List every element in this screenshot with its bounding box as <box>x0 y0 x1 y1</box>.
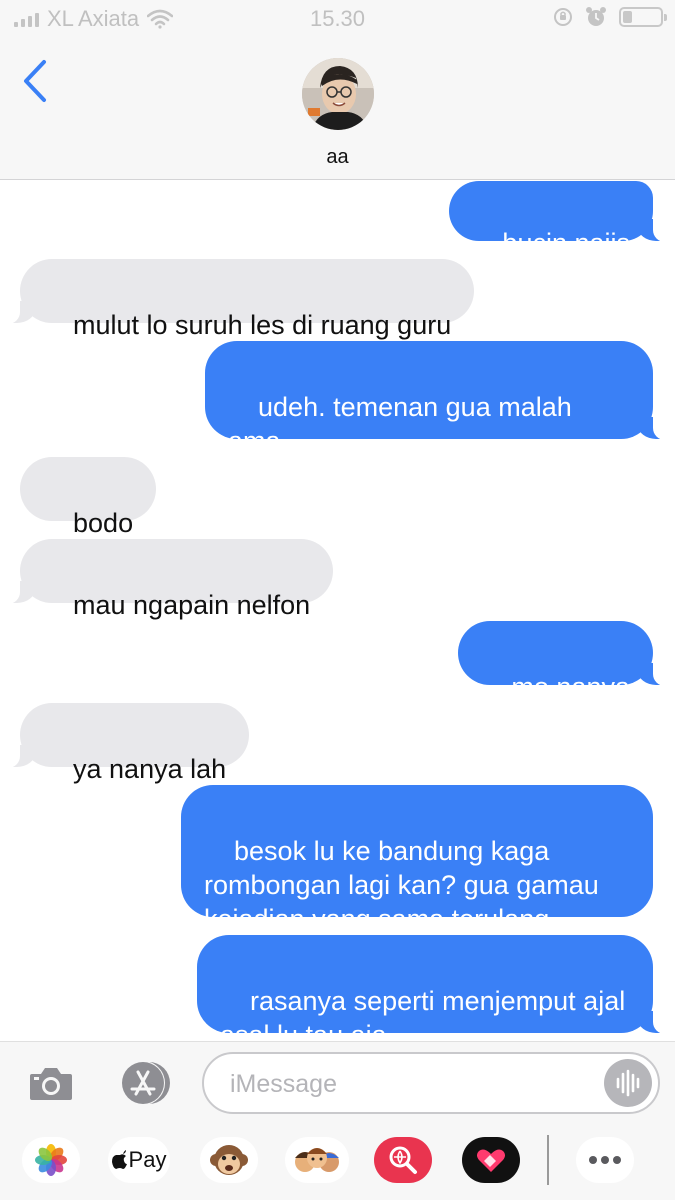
camera-button[interactable] <box>28 1064 74 1102</box>
message-text: bodo <box>73 508 134 538</box>
message-text: mo nanya <box>511 672 630 702</box>
contact-name[interactable]: aa <box>0 146 675 169</box>
message-text: mau ngapain nelfon <box>73 590 311 620</box>
message-text: rasanya seperti menjemput ajal asal lu t… <box>220 986 626 1041</box>
message-bubble-incoming[interactable]: mau ngapain nelfon <box>2 539 334 620</box>
apple-logo-icon <box>111 1150 127 1169</box>
more-apps-icon <box>589 1156 621 1164</box>
message-bubble-incoming[interactable]: mulut lo suruh les di ruang guru <box>2 259 475 340</box>
monkey-animoji-icon <box>210 1145 248 1175</box>
app-store-icon <box>121 1061 170 1105</box>
battery-level <box>623 11 632 23</box>
status-bar: XL Axiata 15.30 <box>0 0 675 38</box>
rotation-lock-icon <box>554 8 572 26</box>
message-input-field[interactable] <box>202 1052 660 1114</box>
message-bubble-outgoing[interactable]: udeh. temenan gua malah ama si iqbal <box>205 341 670 490</box>
digital-touch-icon <box>477 1149 505 1172</box>
message-bubble-outgoing[interactable]: rasanya seperti menjemput ajal asal lu t… <box>197 935 670 1041</box>
memoji-stickers-button[interactable] <box>285 1137 349 1183</box>
more-apps-button[interactable] <box>576 1137 634 1183</box>
audio-message-button[interactable] <box>604 1059 652 1107</box>
animoji-button[interactable] <box>200 1137 258 1183</box>
web-images-search-icon <box>389 1146 417 1174</box>
compose-bar <box>0 1041 675 1123</box>
alarm-icon <box>586 7 606 26</box>
camera-icon <box>30 1068 72 1100</box>
contact-avatar[interactable] <box>302 58 374 130</box>
avatar-photo <box>302 58 374 130</box>
message-text: ya nanya lah <box>73 754 227 784</box>
digital-touch-button[interactable] <box>462 1137 520 1183</box>
message-thread[interactable]: bucin najis mulut lo suruh les di ruang … <box>0 181 675 1041</box>
photos-icon <box>35 1144 67 1176</box>
memoji-stickers-icon <box>295 1148 339 1172</box>
battery-icon <box>619 7 667 27</box>
message-text: udeh. temenan gua malah ama si iqbal <box>228 392 572 490</box>
message-bubble-incoming[interactable]: bodo <box>20 457 157 538</box>
message-bubble-outgoing[interactable]: mo nanya <box>458 621 670 702</box>
drawer-divider <box>547 1135 549 1185</box>
apple-pay-button[interactable]: Pay <box>108 1137 170 1183</box>
back-button[interactable] <box>18 56 58 106</box>
waveform-icon <box>616 1069 640 1097</box>
web-images-app-button[interactable] <box>374 1137 432 1183</box>
apple-pay-label: Pay <box>128 1147 167 1172</box>
imessage-app-drawer: Pay <box>0 1123 675 1200</box>
message-text: besok lu ke bandung kaga rombongan lagi … <box>204 836 599 934</box>
message-bubble-outgoing[interactable]: bucin najis <box>449 181 670 258</box>
chevron-left-icon <box>24 60 46 102</box>
message-text: bucin najis <box>502 228 630 258</box>
message-bubble-outgoing[interactable]: besok lu ke bandung kaga rombongan lagi … <box>181 785 653 934</box>
message-bubble-incoming[interactable]: ya nanya lah <box>2 703 250 784</box>
app-store-button[interactable] <box>114 1060 172 1106</box>
photos-app-button[interactable] <box>22 1137 80 1183</box>
message-text: mulut lo suruh les di ruang guru <box>73 310 452 340</box>
message-input[interactable] <box>230 1066 590 1102</box>
